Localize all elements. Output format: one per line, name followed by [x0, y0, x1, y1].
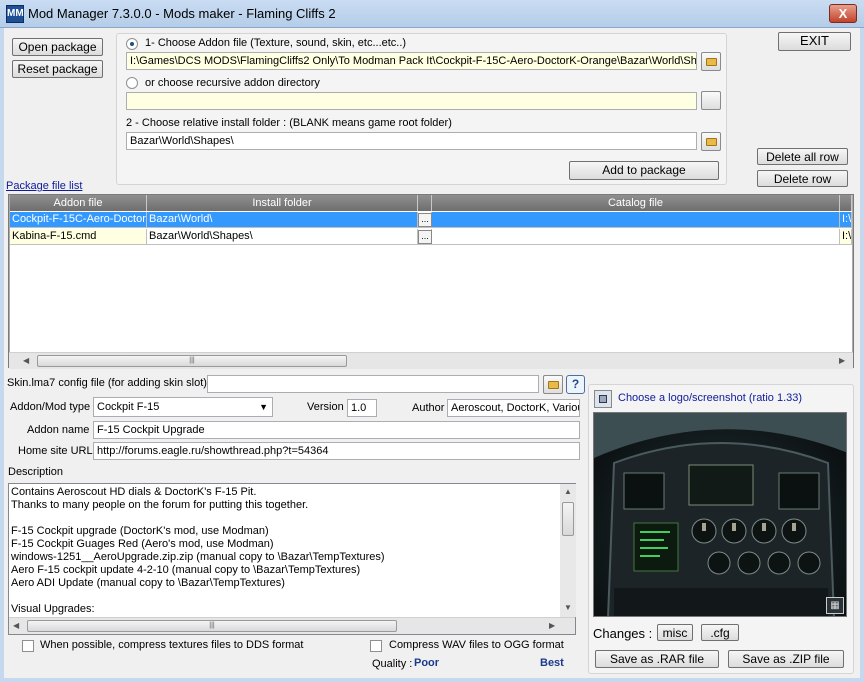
recursive-dir-label: or choose recursive addon directory: [145, 77, 320, 89]
app-icon: MM: [6, 5, 24, 23]
addon-file-radio[interactable]: [126, 38, 138, 50]
description-text[interactable]: Contains Aeroscout HD dials & DoctorK's …: [11, 486, 559, 616]
table-row-catalog[interactable]: [432, 212, 840, 228]
description-textarea[interactable]: Contains Aeroscout HD dials & DoctorK's …: [8, 483, 576, 635]
table-row-addon[interactable]: Kabina-F-15.cmd: [10, 229, 147, 245]
table-row-extra[interactable]: I:\: [840, 212, 852, 228]
choose-logo-label[interactable]: Choose a logo/screenshot (ratio 1.33): [618, 392, 802, 404]
col-header-button[interactable]: [418, 195, 432, 211]
cfg-button[interactable]: .cfg: [701, 624, 739, 641]
description-vscroll-thumb[interactable]: [562, 502, 574, 536]
description-label: Description: [8, 466, 64, 478]
grid-hscrollbar[interactable]: ◀ ||| ▶: [9, 352, 853, 369]
save-zip-button[interactable]: Save as .ZIP file: [728, 650, 844, 668]
addon-type-label: Addon/Mod type: [10, 401, 91, 413]
col-header-addon-file[interactable]: Addon file: [10, 195, 147, 211]
grid-scroll-thumb[interactable]: |||: [37, 355, 347, 367]
author-label: Author: [412, 402, 445, 414]
exit-button[interactable]: EXIT: [778, 32, 851, 51]
misc-button[interactable]: misc: [657, 624, 693, 641]
install-folder-label: 2 - Choose relative install folder : (BL…: [126, 117, 452, 129]
delete-row-button[interactable]: Delete row: [757, 170, 848, 187]
browse-file-button[interactable]: [701, 52, 721, 71]
recursive-dir-path[interactable]: [126, 92, 697, 110]
add-to-package-button[interactable]: Add to package: [569, 161, 719, 180]
table-row-catalog[interactable]: [432, 229, 840, 245]
scroll-up-icon[interactable]: ▲: [564, 487, 572, 496]
scroll-down-icon[interactable]: ▼: [564, 603, 572, 612]
table-row-folder[interactable]: Bazar\World\: [147, 212, 418, 228]
col-header-extra[interactable]: [840, 195, 852, 211]
addon-type-value: Cockpit F-15: [97, 401, 160, 413]
package-file-list-link[interactable]: Package file list: [6, 180, 82, 192]
quality-poor-label: Poor: [414, 657, 440, 669]
scroll-right-icon[interactable]: ▶: [549, 621, 555, 630]
table-row-extra[interactable]: I:\: [840, 229, 852, 245]
addon-type-select[interactable]: Cockpit F-15 ▼: [93, 397, 273, 417]
home-url-label: Home site URL: [18, 445, 93, 457]
scroll-right-icon[interactable]: ▶: [839, 356, 845, 365]
image-icon: [599, 395, 607, 403]
table-row-addon[interactable]: Cockpit-F-15C-Aero-DoctorK: [10, 212, 147, 228]
folder-icon: [706, 138, 717, 146]
window-frame-bottom: [0, 678, 864, 682]
package-grid: Addon file Install folder Catalog file C…: [8, 194, 854, 369]
grid-view-icon[interactable]: ▦: [826, 597, 844, 614]
scroll-left-icon[interactable]: ◀: [13, 621, 19, 630]
version-label: Version: [307, 401, 344, 413]
addon-name-input[interactable]: F-15 Cockpit Upgrade: [93, 421, 580, 439]
row-browse-button[interactable]: ...: [418, 230, 432, 244]
col-header-install-folder[interactable]: Install folder: [147, 195, 418, 211]
compress-wav-checkbox[interactable]: [370, 640, 382, 652]
addon-name-label: Addon name: [27, 424, 90, 436]
recursive-dir-radio[interactable]: [126, 77, 138, 89]
install-folder-input[interactable]: Bazar\World\Shapes\: [126, 132, 697, 150]
window-frame-right: [860, 28, 864, 682]
table-row-folder[interactable]: Bazar\World\Shapes\: [147, 229, 418, 245]
browse-skin-button[interactable]: [543, 375, 563, 394]
author-input[interactable]: Aeroscout, DoctorK, Various: [447, 399, 580, 417]
description-hscroll-thumb[interactable]: |||: [27, 620, 397, 632]
help-icon[interactable]: ?: [566, 375, 585, 394]
chevron-down-icon: ▼: [259, 402, 268, 412]
skin-config-label: Skin.lma7 config file (for adding skin s…: [7, 377, 207, 389]
row-browse-button[interactable]: ...: [418, 213, 432, 227]
description-vscrollbar[interactable]: ▲ ▼: [560, 484, 576, 617]
delete-all-rows-button[interactable]: Delete all row: [757, 148, 848, 165]
window-title: Mod Manager 7.3.0.0 - Mods maker - Flami…: [28, 6, 336, 21]
compress-wav-label: Compress WAV files to OGG format: [389, 639, 564, 651]
cockpit-image: [594, 413, 846, 616]
window-frame-left: [0, 28, 4, 682]
addon-file-label: 1- Choose Addon file (Texture, sound, sk…: [145, 37, 407, 49]
scroll-left-icon[interactable]: ◀: [23, 356, 29, 365]
open-package-button[interactable]: Open package: [12, 38, 103, 56]
quality-label: Quality :: [372, 658, 413, 670]
browse-folder-button[interactable]: [701, 132, 721, 151]
description-hscrollbar[interactable]: ◀ ||| ▶: [9, 617, 575, 634]
browse-dir-button[interactable]: [701, 91, 721, 110]
version-input[interactable]: 1.0: [347, 399, 377, 417]
save-rar-button[interactable]: Save as .RAR file: [595, 650, 719, 668]
reset-package-button[interactable]: Reset package: [12, 60, 103, 78]
grid-body: Addon file Install folder Catalog file C…: [10, 195, 852, 353]
quality-best-label: Best: [540, 657, 564, 669]
col-header-catalog-file[interactable]: Catalog file: [432, 195, 840, 211]
logo-picker-icon[interactable]: [594, 390, 612, 408]
folder-icon: [706, 58, 717, 66]
home-url-input[interactable]: http://forums.eagle.ru/showthread.php?t=…: [93, 442, 580, 460]
folder-icon: [548, 381, 559, 389]
skin-config-input[interactable]: [207, 375, 539, 393]
changes-label: Changes :: [593, 626, 653, 641]
compress-dds-checkbox[interactable]: [22, 640, 34, 652]
close-button[interactable]: X: [829, 4, 857, 23]
cockpit-screenshot[interactable]: ▦: [593, 412, 847, 617]
addon-file-path[interactable]: I:\Games\DCS MODS\FlamingCliffs2 Only\To…: [126, 52, 697, 70]
compress-dds-label: When possible, compress textures files t…: [40, 639, 304, 651]
